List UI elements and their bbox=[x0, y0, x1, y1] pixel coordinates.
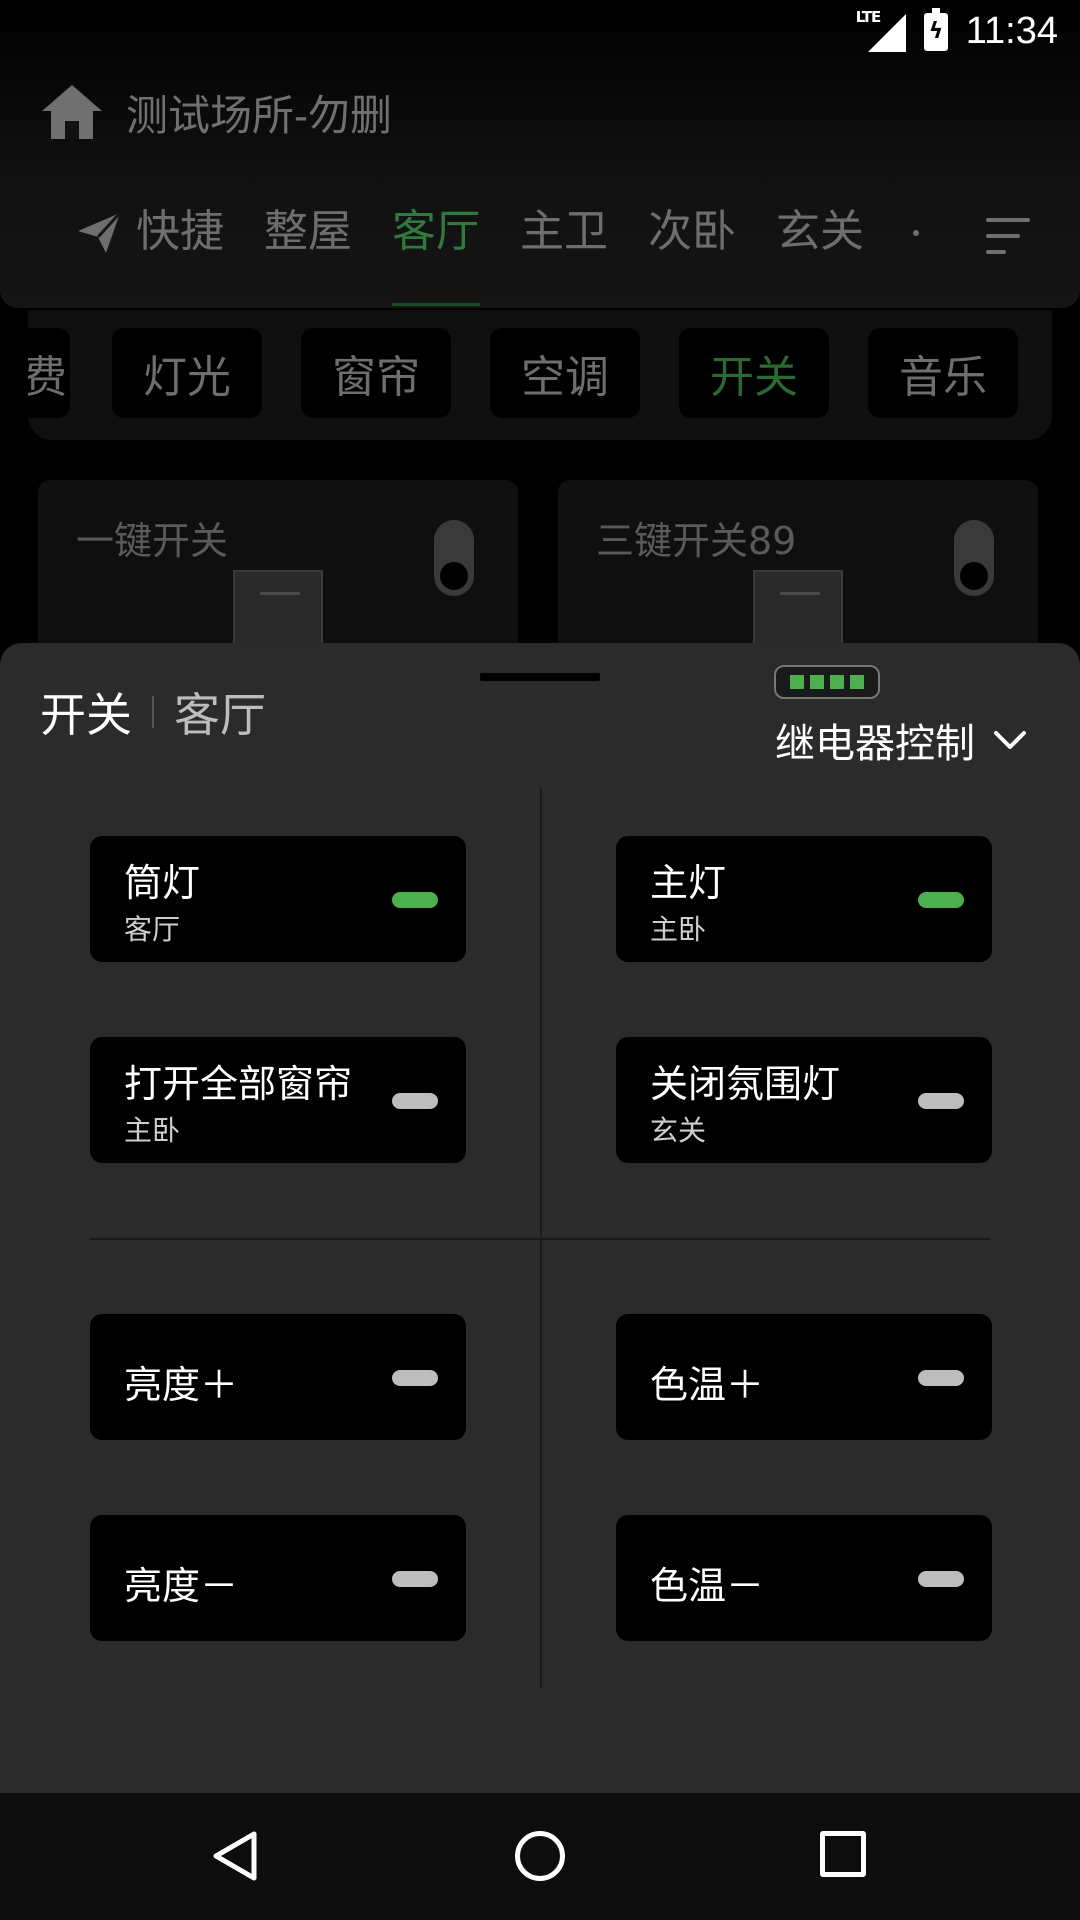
category-chip-curtain[interactable]: 窗帘 bbox=[301, 328, 451, 418]
title-divider bbox=[152, 696, 154, 728]
device-toggle[interactable] bbox=[434, 520, 474, 596]
signal-icon: LTE bbox=[856, 8, 906, 52]
control-mode-label: 继电器控制 bbox=[775, 721, 975, 767]
button-title: 亮度＋ bbox=[124, 1363, 239, 1407]
button-title: 筒灯 bbox=[124, 861, 201, 905]
button-title: 主灯 bbox=[650, 861, 727, 905]
relay-module-icon bbox=[774, 665, 880, 699]
category-chip-switch[interactable]: 开关 bbox=[679, 328, 829, 418]
button-title: 打开全部窗帘 bbox=[124, 1062, 353, 1106]
category-chip-ac[interactable]: 空调 bbox=[490, 328, 640, 418]
button-subtitle: 客厅 bbox=[124, 913, 181, 946]
category-chip-partial[interactable]: 费 bbox=[28, 328, 70, 418]
button-subtitle: 主卧 bbox=[124, 1114, 181, 1147]
device-card[interactable]: 三键开关89 bbox=[558, 480, 1038, 670]
home-icon bbox=[42, 84, 102, 141]
tab-master-bath[interactable]: 主卫 bbox=[520, 200, 608, 264]
scene-button[interactable]: 筒灯 客厅 bbox=[90, 836, 466, 962]
status-indicator bbox=[392, 1093, 438, 1109]
button-title: 关闭氛围灯 bbox=[650, 1062, 841, 1106]
grid-divider-horizontal bbox=[90, 1238, 990, 1240]
status-indicator bbox=[918, 1370, 964, 1386]
tab-second-bedroom[interactable]: 次卧 bbox=[648, 200, 736, 264]
clock: 11:34 bbox=[965, 10, 1058, 52]
status-indicator bbox=[392, 1370, 438, 1386]
switch-bottom-sheet: 开关 客厅 继电器控制 筒灯 客厅 主灯 主卧 打开全部窗帘 主卧 关闭氛围灯 … bbox=[0, 643, 1080, 1793]
control-mode-dropdown[interactable]: 继电器控制 bbox=[775, 711, 1027, 769]
device-name: 一键开关 bbox=[76, 519, 229, 563]
brightness-up-button[interactable]: 亮度＋ bbox=[90, 1314, 466, 1440]
sheet-title-category: 开关 bbox=[40, 688, 132, 742]
status-indicator bbox=[918, 1093, 964, 1109]
home-circle-icon[interactable] bbox=[515, 1831, 565, 1881]
button-title: 色温－ bbox=[650, 1564, 765, 1608]
tab-living-room[interactable]: 客厅 bbox=[392, 200, 480, 306]
status-indicator bbox=[918, 892, 964, 908]
tab-whole-house[interactable]: 整屋 bbox=[264, 200, 352, 264]
tab-entrance[interactable]: 玄关 bbox=[776, 200, 864, 264]
scene-button[interactable]: 打开全部窗帘 主卧 bbox=[90, 1037, 466, 1163]
back-icon[interactable] bbox=[210, 1830, 260, 1882]
site-header[interactable]: 测试场所-勿删 bbox=[42, 82, 392, 143]
button-title: 亮度－ bbox=[124, 1564, 239, 1608]
recent-apps-icon[interactable] bbox=[820, 1831, 866, 1877]
status-indicator bbox=[392, 892, 438, 908]
battery-charging-icon: ϟ bbox=[923, 7, 948, 51]
status-indicator bbox=[918, 1571, 964, 1587]
device-toggle[interactable] bbox=[954, 520, 994, 596]
scene-button[interactable]: 主灯 主卧 bbox=[616, 836, 992, 962]
brightness-down-button[interactable]: 亮度－ bbox=[90, 1515, 466, 1641]
sheet-title-room: 客厅 bbox=[174, 688, 266, 742]
chevron-down-icon bbox=[994, 731, 1026, 749]
status-bar: LTE ϟ 11:34 bbox=[0, 0, 1080, 63]
status-indicator bbox=[392, 1571, 438, 1587]
button-title: 色温＋ bbox=[650, 1363, 765, 1407]
scene-button[interactable]: 关闭氛围灯 玄关 bbox=[616, 1037, 992, 1163]
device-name: 三键开关89 bbox=[596, 519, 797, 563]
color-temp-up-button[interactable]: 色温＋ bbox=[616, 1314, 992, 1440]
sheet-title: 开关 客厅 bbox=[40, 679, 266, 745]
site-title: 测试场所-勿删 bbox=[126, 92, 392, 139]
button-subtitle: 主卧 bbox=[650, 913, 707, 946]
tab-quick[interactable]: 快捷 bbox=[136, 200, 224, 264]
color-temp-down-button[interactable]: 色温－ bbox=[616, 1515, 992, 1641]
drag-handle[interactable] bbox=[480, 673, 600, 681]
device-card[interactable]: 一键开关 bbox=[38, 480, 518, 670]
room-tabs: 快捷 整屋 客厅 主卫 次卧 玄关 bbox=[76, 200, 904, 306]
menu-icon[interactable] bbox=[984, 216, 1030, 256]
paper-plane-icon bbox=[78, 211, 122, 253]
navigation-bar bbox=[0, 1793, 1080, 1920]
category-chip-music[interactable]: 音乐 bbox=[868, 328, 1018, 418]
category-chip-lighting[interactable]: 灯光 bbox=[112, 328, 262, 418]
button-subtitle: 玄关 bbox=[650, 1114, 707, 1147]
more-tabs-indicator bbox=[913, 230, 919, 236]
category-bar: 费 灯光 窗帘 空调 开关 音乐 bbox=[28, 310, 1052, 440]
